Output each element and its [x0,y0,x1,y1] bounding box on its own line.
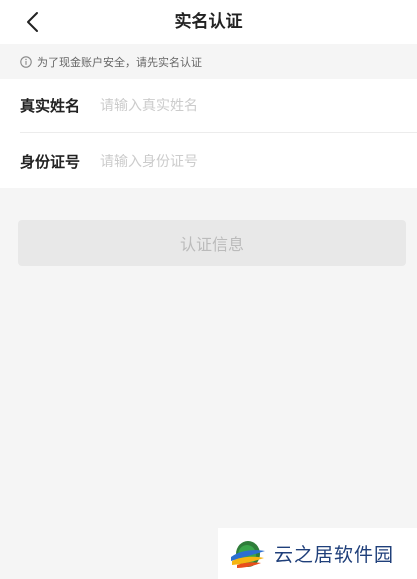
back-button[interactable] [20,8,48,36]
id-number-label: 身份证号 [20,153,81,171]
watermark-text: 云之居软件园 [274,544,395,566]
real-name-input[interactable] [100,97,397,114]
verify-button[interactable]: 认证信息 [18,220,406,266]
id-number-input[interactable] [100,153,397,170]
id-number-row: 身份证号 [0,135,417,188]
identity-form: 真实姓名 身份证号 [0,79,417,188]
row-divider [20,132,417,133]
chevron-left-icon [27,12,38,32]
site-logo-icon [231,540,265,568]
watermark: 云之居软件园 [218,528,417,579]
info-circle-icon [20,55,32,68]
real-name-label: 真实姓名 [20,97,81,115]
real-name-row: 真实姓名 [0,79,417,132]
security-notice: 为了现金账户安全，请先实名认证 [0,44,417,79]
notice-text: 为了现金账户安全，请先实名认证 [37,55,202,69]
top-navigation-bar: 实名认证 [0,0,417,44]
page-title: 实名认证 [174,12,243,32]
